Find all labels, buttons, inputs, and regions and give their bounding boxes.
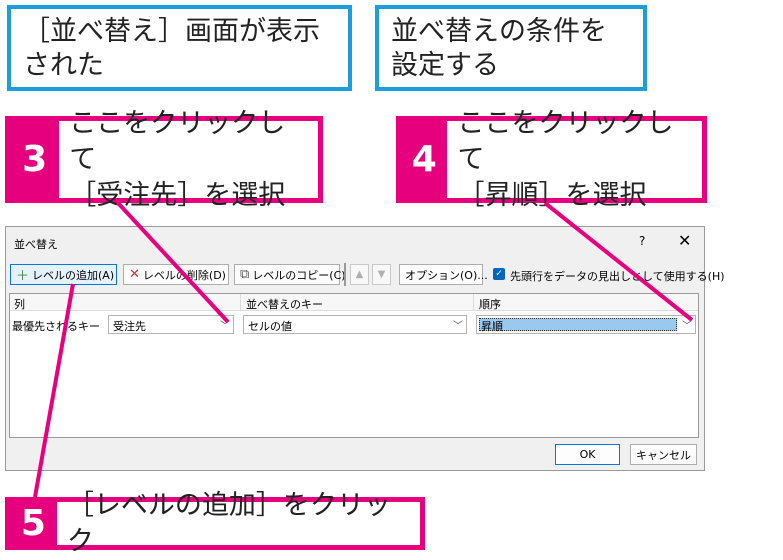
leader-line-step3 [116,201,230,324]
leader-line-step5 [33,283,75,498]
leader-lines [33,201,694,498]
leader-line-step4 [543,201,694,322]
